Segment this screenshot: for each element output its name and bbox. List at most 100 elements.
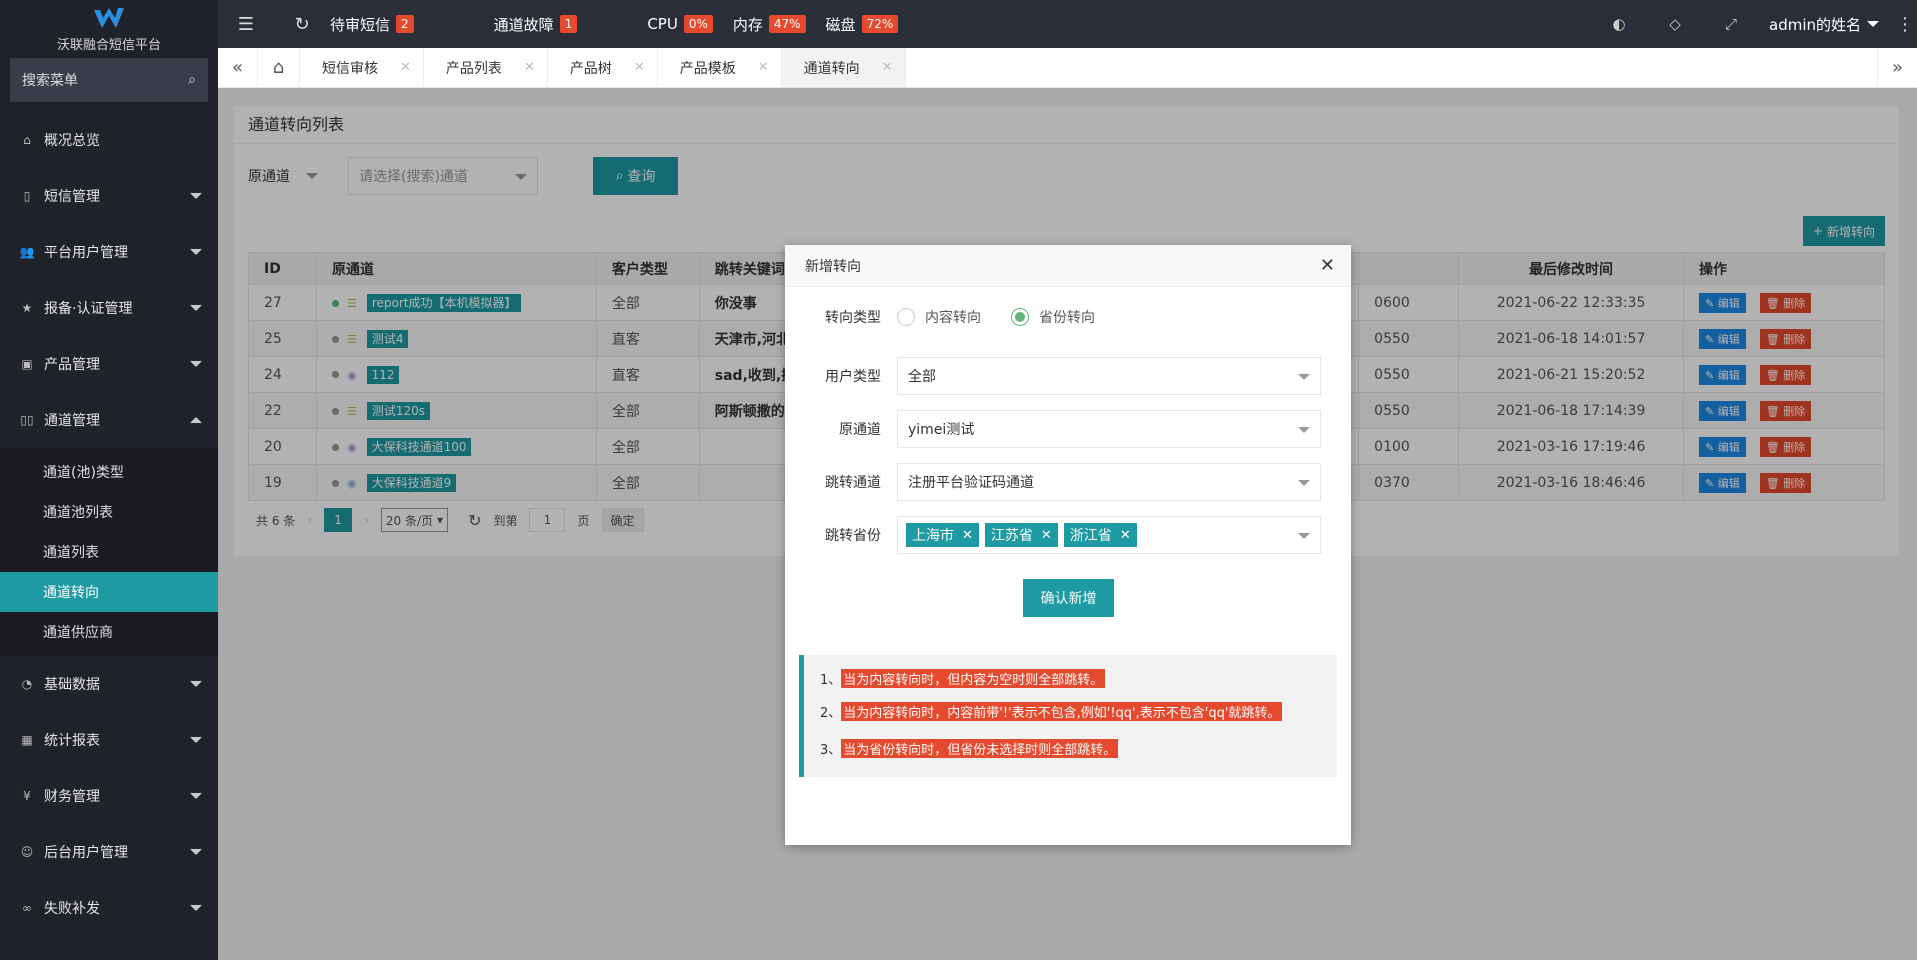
disk-badge: 72% bbox=[861, 15, 899, 33]
user-name: admin的姓名 bbox=[1769, 15, 1861, 34]
tab-label: 短信审核 bbox=[322, 60, 378, 77]
chevron-down-icon bbox=[190, 905, 202, 911]
submenu-item-channel-list[interactable]: 通道列表 bbox=[0, 532, 218, 572]
channel-icon: ▯▯ bbox=[20, 413, 34, 427]
sidebar-item-report-auth[interactable]: ★ 报备·认证管理 bbox=[0, 280, 218, 336]
chevron-down-icon bbox=[190, 737, 202, 743]
province-row: 跳转省份 上海市 ✕ 江苏省 ✕ 浙江省 ✕ bbox=[785, 516, 1351, 554]
tab-product-template[interactable]: 产品模板 ✕ bbox=[658, 48, 782, 87]
sidebar-item-finance[interactable]: ¥ 财务管理 bbox=[0, 768, 218, 824]
sidebar-item-overview[interactable]: ⌂ 概况总览 bbox=[0, 112, 218, 168]
user-type-select[interactable]: 全部 bbox=[897, 357, 1321, 395]
jump-channel-row: 跳转通道 注册平台验证码通道 bbox=[785, 463, 1351, 501]
tab-product-tree[interactable]: 产品树 ✕ bbox=[548, 48, 658, 87]
user-type-value: 全部 bbox=[908, 369, 936, 385]
note-number: 3、 bbox=[820, 743, 842, 758]
notes-box: 1、 当为内容转向时，但内容为空时则全部跳转。 2、 当为内容转向时，内容前带'!'… bbox=[799, 655, 1337, 777]
close-icon[interactable]: ✕ bbox=[634, 60, 645, 75]
close-icon[interactable]: ✕ bbox=[1320, 255, 1335, 276]
sidebar-item-label: 产品管理 bbox=[44, 357, 100, 373]
sidebar-item-label: 通道管理 bbox=[44, 413, 100, 429]
radio-circle bbox=[897, 308, 915, 326]
chevron-down-icon bbox=[190, 249, 202, 255]
redirect-type-row: 转向类型 内容转向 省份转向 bbox=[785, 307, 1351, 327]
tab-channel-redirect[interactable]: 通道转向 ✕ bbox=[781, 48, 906, 87]
note-item: 3、 当为省份转向时，但省份未选择时则全部跳转。 bbox=[820, 739, 1337, 758]
radio-label: 内容转向 bbox=[925, 310, 981, 326]
orig-channel-label: 原通道 bbox=[839, 422, 881, 438]
sidebar-item-label: 短信管理 bbox=[44, 189, 100, 205]
theme-icon[interactable]: ◐ bbox=[1591, 15, 1647, 33]
close-icon[interactable]: ✕ bbox=[882, 60, 893, 75]
refresh-icon[interactable]: ↻ bbox=[274, 0, 330, 48]
tab-scroll-left-icon[interactable]: « bbox=[218, 48, 258, 87]
chevron-down-icon bbox=[1298, 427, 1310, 433]
chevron-down-icon bbox=[190, 681, 202, 687]
close-icon[interactable]: ✕ bbox=[524, 60, 535, 75]
sidebar-item-reports[interactable]: ▦ 统计报表 bbox=[0, 712, 218, 768]
sidebar-item-label: 概况总览 bbox=[44, 133, 100, 149]
yen-icon: ¥ bbox=[23, 789, 31, 803]
user-menu[interactable]: admin的姓名 bbox=[1769, 14, 1879, 35]
header-right: ◐ ◇ ⤢ admin的姓名 ⋮ bbox=[1591, 0, 1917, 48]
radio-content-redirect[interactable]: 内容转向 bbox=[897, 307, 981, 327]
modal-title: 新增转向 bbox=[805, 258, 861, 275]
pending-sms-stat[interactable]: 待审短信 2 bbox=[330, 14, 414, 35]
remove-tag-icon[interactable]: ✕ bbox=[962, 528, 973, 543]
province-tag: 浙江省 ✕ bbox=[1063, 523, 1137, 547]
fullscreen-icon[interactable]: ⤢ bbox=[1703, 15, 1759, 33]
home-tab-icon[interactable]: ⌂ bbox=[258, 48, 300, 87]
phone-icon: ▯ bbox=[23, 189, 31, 203]
note-item: 2、 当为内容转向时，内容前带'!'表示不包含,例如'!qq',表示不包含'qq'… bbox=[820, 702, 1337, 721]
tab-scroll-right-icon[interactable]: » bbox=[1877, 48, 1917, 87]
submenu-item-channel-pools[interactable]: 通道池列表 bbox=[0, 492, 218, 532]
sidebar-item-products[interactable]: ▣ 产品管理 bbox=[0, 336, 218, 392]
menu-toggle-icon[interactable]: ☰ bbox=[218, 0, 274, 48]
tag-icon[interactable]: ◇ bbox=[1647, 15, 1703, 33]
sidebar-item-label: 后台用户管理 bbox=[44, 845, 128, 861]
sidebar-item-admin-users[interactable]: ☺ 后台用户管理 bbox=[0, 824, 218, 880]
confirm-add-button[interactable]: 确认新增 bbox=[1023, 579, 1114, 617]
close-icon[interactable]: ✕ bbox=[758, 60, 769, 75]
province-tag-label: 上海市 bbox=[912, 528, 954, 544]
sidebar-item-base-data[interactable]: ◔ 基础数据 bbox=[0, 656, 218, 712]
sidebar-item-label: 平台用户管理 bbox=[44, 245, 128, 261]
users-icon: 👥 bbox=[19, 245, 35, 259]
product-icon: ▣ bbox=[21, 357, 33, 371]
province-multiselect[interactable]: 上海市 ✕ 江苏省 ✕ 浙江省 ✕ bbox=[897, 516, 1321, 554]
sidebar-item-platform-users[interactable]: 👥 平台用户管理 bbox=[0, 224, 218, 280]
remove-tag-icon[interactable]: ✕ bbox=[1041, 528, 1052, 543]
radio-province-redirect[interactable]: 省份转向 bbox=[1011, 307, 1095, 327]
chevron-down-icon bbox=[1298, 374, 1310, 380]
sidebar-item-channels[interactable]: ▯▯ 通道管理 bbox=[0, 392, 218, 448]
search-icon: ⌕ bbox=[188, 72, 196, 88]
submenu-item-channel-suppliers[interactable]: 通道供应商 bbox=[0, 612, 218, 652]
jump-channel-label: 跳转通道 bbox=[825, 475, 881, 491]
note-number: 1、 bbox=[820, 673, 842, 688]
menu-search[interactable]: 搜索菜单 ⌕ bbox=[10, 58, 208, 102]
sidebar-item-sms[interactable]: ▯ 短信管理 bbox=[0, 168, 218, 224]
sidebar-item-resend[interactable]: ∞ 失败补发 bbox=[0, 880, 218, 936]
close-icon[interactable]: ✕ bbox=[400, 60, 411, 75]
cpu-label: CPU bbox=[647, 15, 678, 33]
jump-channel-select[interactable]: 注册平台验证码通道 bbox=[897, 463, 1321, 501]
star-icon: ★ bbox=[21, 301, 33, 315]
tab-product-list[interactable]: 产品列表 ✕ bbox=[424, 48, 548, 87]
chevron-down-icon bbox=[1298, 480, 1310, 486]
menu-search-placeholder: 搜索菜单 bbox=[22, 73, 78, 89]
chevron-up-icon bbox=[190, 417, 202, 423]
more-icon[interactable]: ⋮ bbox=[1893, 14, 1917, 35]
note-item: 1、 当为内容转向时，但内容为空时则全部跳转。 bbox=[820, 669, 1337, 688]
sidebar-menu: ⌂ 概况总览 ▯ 短信管理 👥 平台用户管理 ★ 报备·认证管理 ▣ 产品管理 ▯▯ 通道管… bbox=[0, 112, 218, 936]
note-text: 当为省份转向时，但省份未选择时则全部跳转。 bbox=[841, 739, 1119, 758]
home-icon: ⌂ bbox=[23, 133, 31, 147]
channel-fault-stat[interactable]: 通道故障 1 bbox=[494, 14, 578, 35]
remove-tag-icon[interactable]: ✕ bbox=[1120, 528, 1131, 543]
orig-channel-select[interactable]: yimei测试 bbox=[897, 410, 1321, 448]
channel-fault-label: 通道故障 bbox=[493, 15, 554, 34]
submenu-item-channel-redirect[interactable]: 通道转向 bbox=[0, 572, 218, 612]
tab-sms-review[interactable]: 短信审核 ✕ bbox=[300, 48, 424, 87]
link-icon: ∞ bbox=[22, 901, 32, 915]
submenu-item-channel-types[interactable]: 通道(池)类型 bbox=[0, 452, 218, 492]
tab-label: 产品树 bbox=[569, 60, 612, 77]
